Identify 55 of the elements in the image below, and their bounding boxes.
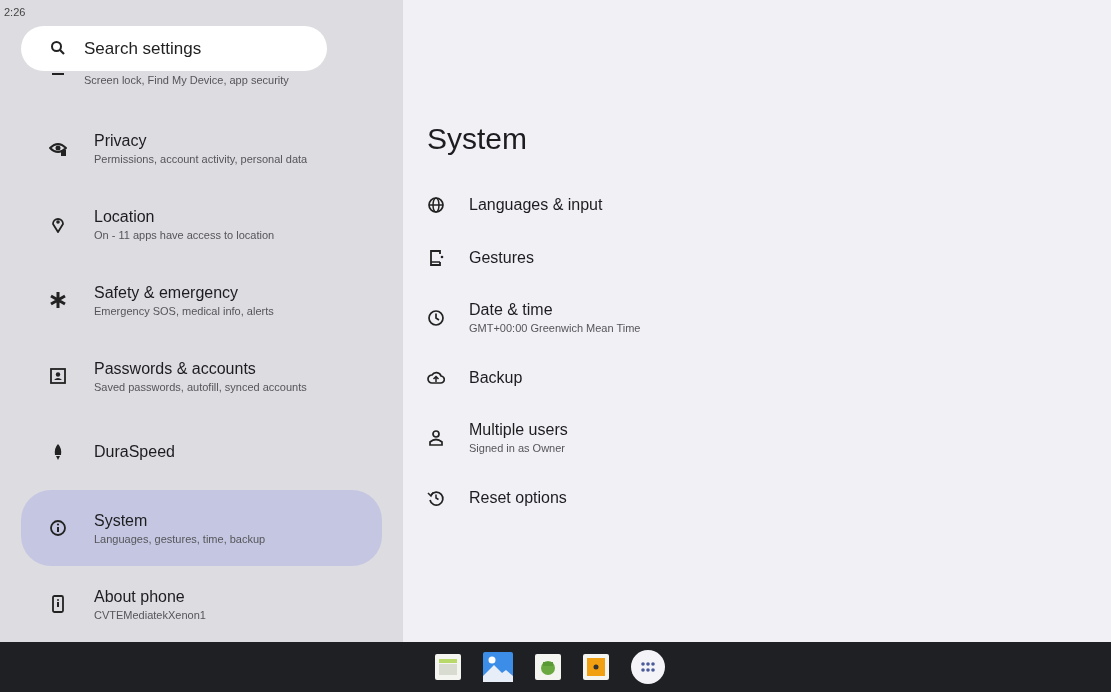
app-icon[interactable]	[434, 654, 461, 680]
item-title: Passwords & accounts	[94, 359, 257, 378]
item-title: Reset options	[469, 488, 567, 507]
item-title: Backup	[469, 368, 523, 387]
item-title: Gestures	[469, 248, 534, 267]
status-time: 2:26	[4, 5, 27, 20]
item-title: Date & time	[469, 301, 554, 319]
settings-item[interactable]: Reset options	[427, 471, 1111, 524]
item-subtitle: Signed in as Owner	[469, 442, 566, 454]
app-drawer-icon[interactable]	[630, 650, 665, 684]
item-title: About phone	[94, 587, 186, 606]
settings-item[interactable]: Date & time GMT+00:00 Greenwich Mean Time	[427, 284, 1111, 351]
item-subtitle: Languages, gestures, time, backup	[94, 532, 266, 545]
settings-item[interactable]: Safety & emergency Emergency SOS, medical info, alerts	[21, 262, 382, 338]
item-subtitle: Permissions, account activity, personal data	[94, 152, 308, 165]
settings-item[interactable]: Passwords & accounts Saved passwords, autofill, synced accounts	[21, 338, 382, 414]
item-title: System	[94, 511, 149, 530]
settings-item[interactable]: Screen lock, Find My Device, app security	[21, 71, 382, 110]
item-title: Location	[94, 207, 156, 226]
asterisk-icon	[49, 291, 67, 309]
settings-item[interactable]: Location On - 11 apps have access to location	[21, 186, 382, 262]
page-title: System	[427, 122, 529, 156]
settings-item[interactable]: About phone CVTEMediatekXenon1	[21, 566, 382, 642]
item-subtitle: CVTEMediatekXenon1	[94, 608, 206, 621]
location-pin-icon	[49, 215, 67, 233]
item-subtitle: Emergency SOS, medical info, alerts	[94, 304, 274, 317]
settings-item[interactable]: Backup	[427, 351, 1111, 404]
account-card-icon	[49, 367, 67, 385]
item-title: DuraSpeed	[94, 443, 175, 461]
item-subtitle: GMT+00:00 Greenwich Mean Time	[469, 322, 641, 334]
settings-item[interactable]: Languages & input	[427, 178, 1111, 231]
item-title: Privacy	[94, 131, 148, 150]
history-icon	[427, 488, 445, 507]
phone-gesture-icon	[427, 248, 445, 267]
item-subtitle: Screen lock, Find My Device, app security	[84, 74, 289, 86]
item-subtitle: Saved passwords, autofill, synced accounts	[94, 380, 307, 393]
gallery-icon[interactable]	[482, 652, 513, 682]
settings-item[interactable]: System Languages, gestures, time, backup	[21, 490, 382, 566]
item-title: Safety & emergency	[94, 283, 240, 302]
item-subtitle: On - 11 apps have access to location	[94, 228, 275, 241]
info-icon	[49, 519, 67, 537]
search-field[interactable]: Search settings	[21, 26, 327, 71]
phone-info-icon	[49, 595, 67, 613]
search-icon	[50, 40, 66, 56]
clock-icon	[427, 308, 445, 327]
robot-app-icon[interactable]	[534, 654, 561, 680]
settings-item[interactable]: Multiple users Signed in as Owner	[427, 404, 1111, 471]
person-icon	[427, 428, 445, 447]
settings-item[interactable]: Privacy Permissions, account activity, personal data	[21, 110, 382, 186]
settings-item[interactable]: Gestures	[427, 231, 1111, 284]
item-title: Languages & input	[469, 195, 603, 214]
globe-icon	[427, 195, 445, 214]
item-title: Multiple users	[469, 421, 568, 439]
app-icon[interactable]	[582, 654, 609, 680]
settings-item[interactable]: DuraSpeed	[21, 414, 382, 490]
